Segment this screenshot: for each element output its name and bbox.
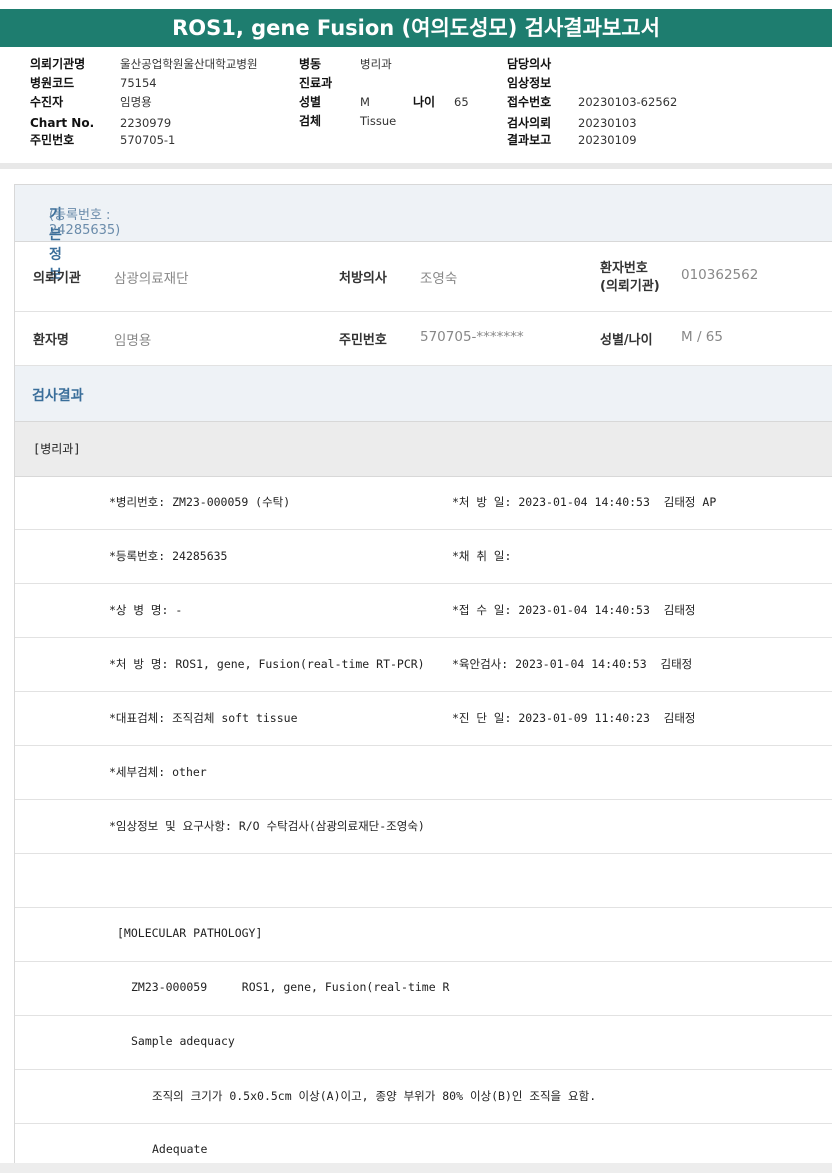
institution-info-label: 의뢰기관	[33, 271, 81, 286]
registration-number: (등록번호 : 24285635)	[49, 208, 121, 238]
report-title: ROS1, gene Fusion (여의도성모) 검사결과보고서	[0, 9, 832, 47]
patient-value: 임명용	[120, 95, 152, 109]
molecular-header-row: [MOLECULAR PATHOLOGY]	[15, 908, 832, 962]
result-row-5: *대표검체: 조직검체 soft tissue *진 단 일: 2023-01-…	[15, 692, 832, 746]
patient-name-value: 임명용	[114, 333, 152, 349]
gross-exam-date: *육안검사: 2023-01-04 14:40:53 김태정	[452, 657, 693, 671]
report-date-value: 20230109	[578, 133, 637, 147]
registration-line: *등록번호: 24285635	[109, 549, 228, 563]
specimen-value: Tissue	[360, 114, 397, 128]
institution-value: 울산공업학원울산대학교병원	[120, 57, 258, 71]
patient-number-label: 환자번호	[600, 261, 648, 276]
institution-info-value: 삼광의료재단	[114, 271, 189, 287]
order-name: *처 방 명: ROS1, gene, Fusion(real-time RT-…	[109, 657, 425, 671]
department-label: 진료과	[299, 76, 333, 90]
size-note-row: 조직의 크기가 0.5x0.5cm 이상(A)이고, 종양 부위가 80% 이상…	[15, 1070, 832, 1124]
adequate-row: Adequate	[15, 1124, 832, 1164]
attending-label: 담당의사	[507, 57, 552, 71]
collection-date: *채 취 일:	[452, 549, 512, 563]
receipt-date: *접 수 일: 2023-01-04 14:40:53 김태정	[452, 603, 696, 617]
ward-value: 병리과	[360, 57, 392, 71]
blank-row	[15, 854, 832, 908]
rrn-info-value: 570705-*******	[420, 329, 524, 345]
result-row-6: *세부검체: other	[15, 746, 832, 800]
result-row-4: *처 방 명: ROS1, gene, Fusion(real-time RT-…	[15, 638, 832, 692]
sex-age-value: M / 65	[681, 329, 723, 345]
age-value: 65	[454, 95, 469, 109]
department-tag: [병리과]	[33, 442, 81, 456]
size-requirement-note: 조직의 크기가 0.5x0.5cm 이상(A)이고, 종양 부위가 80% 이상…	[152, 1089, 597, 1103]
result-row-2: *등록번호: 24285635 *채 취 일:	[15, 530, 832, 584]
patient-number-value: 010362562	[681, 267, 759, 283]
rrn-label: 주민번호	[30, 133, 75, 147]
hospital-code-label: 병원코드	[30, 76, 75, 90]
basic-info-row-2: 환자명 임명용 주민번호 570705-******* 성별/나이 M / 65	[15, 312, 832, 366]
hospital-code-value: 75154	[120, 76, 157, 90]
report-header: 의뢰기관명 울산공업학원울산대학교병원 병원코드 75154 수진자 임명용 C…	[0, 55, 832, 162]
diagnosis-date: *진 단 일: 2023-01-09 11:40:23 김태정	[452, 711, 696, 725]
molecular-pathology-header: [MOLECULAR PATHOLOGY]	[117, 926, 263, 940]
adequacy-result: Adequate	[152, 1142, 208, 1156]
result-row-1: *병리번호: ZM23-000059 (수탁) *처 방 일: 2023-01-…	[15, 476, 832, 530]
sex-label: 성별	[299, 95, 322, 109]
clinical-request: *임상정보 및 요구사항: R/O 수탁검사(삼광의료재단-조영숙)	[109, 819, 425, 833]
patient-number-sublabel: (의뢰기관)	[600, 279, 660, 294]
rrn-info-label: 주민번호	[339, 333, 387, 348]
bottom-scroll-edge	[0, 1163, 832, 1173]
chart-no-value: 2230979	[120, 116, 172, 130]
clinical-info-label: 임상정보	[507, 76, 552, 90]
sex-value: M	[360, 95, 370, 109]
header-divider	[0, 163, 832, 169]
accession-value: 20230103-62562	[578, 95, 678, 109]
molecular-line-row: ZM23-000059 ROS1, gene, Fusion(real-time…	[15, 962, 832, 1016]
patient-label: 수진자	[30, 95, 64, 109]
sample-adequacy-row: Sample adequacy	[15, 1016, 832, 1070]
representative-specimen: *대표검체: 조직검체 soft tissue	[109, 711, 298, 725]
rrn-value: 570705-1	[120, 133, 176, 147]
ward-label: 병동	[299, 57, 322, 71]
detail-specimen: *세부검체: other	[109, 765, 207, 779]
department-row: [병리과]	[15, 421, 832, 477]
request-date-label: 검사의뢰	[507, 116, 552, 130]
report-date-label: 결과보고	[507, 133, 552, 147]
prescription-date: *처 방 일: 2023-01-04 14:40:53 김태정 AP	[452, 495, 717, 509]
disease-name: *상 병 명: -	[109, 603, 183, 617]
basic-info-row-1: 의뢰기관 삼광의료재단 처방의사 조영숙 환자번호 (의뢰기관) 0103625…	[15, 241, 832, 312]
sex-age-label: 성별/나이	[600, 333, 653, 348]
results-heading: 검사결과	[32, 388, 84, 404]
chart-no-label: Chart No.	[30, 116, 95, 130]
age-label: 나이	[413, 95, 436, 109]
result-row-7: *임상정보 및 요구사항: R/O 수탁검사(삼광의료재단-조영숙)	[15, 800, 832, 854]
accession-label: 접수번호	[507, 95, 552, 109]
basic-info-section: 기본정보 (등록번호 : 24285635)	[15, 184, 832, 283]
report-panel: 기본정보 (등록번호 : 24285635) 의뢰기관 삼광의료재단 처방의사 …	[14, 184, 832, 1164]
results-section: 검사결과	[15, 366, 832, 422]
prescriber-label: 처방의사	[339, 271, 387, 286]
result-row-3: *상 병 명: - *접 수 일: 2023-01-04 14:40:53 김태…	[15, 584, 832, 638]
patient-name-label: 환자명	[33, 333, 69, 348]
molecular-order-line: ZM23-000059 ROS1, gene, Fusion(real-time…	[131, 980, 450, 994]
sample-adequacy-label: Sample adequacy	[131, 1034, 235, 1048]
institution-label: 의뢰기관명	[30, 57, 86, 71]
prescriber-value: 조영숙	[420, 271, 458, 287]
pathology-number: *병리번호: ZM23-000059 (수탁)	[109, 495, 291, 509]
request-date-value: 20230103	[578, 116, 637, 130]
specimen-label: 검체	[299, 114, 322, 128]
